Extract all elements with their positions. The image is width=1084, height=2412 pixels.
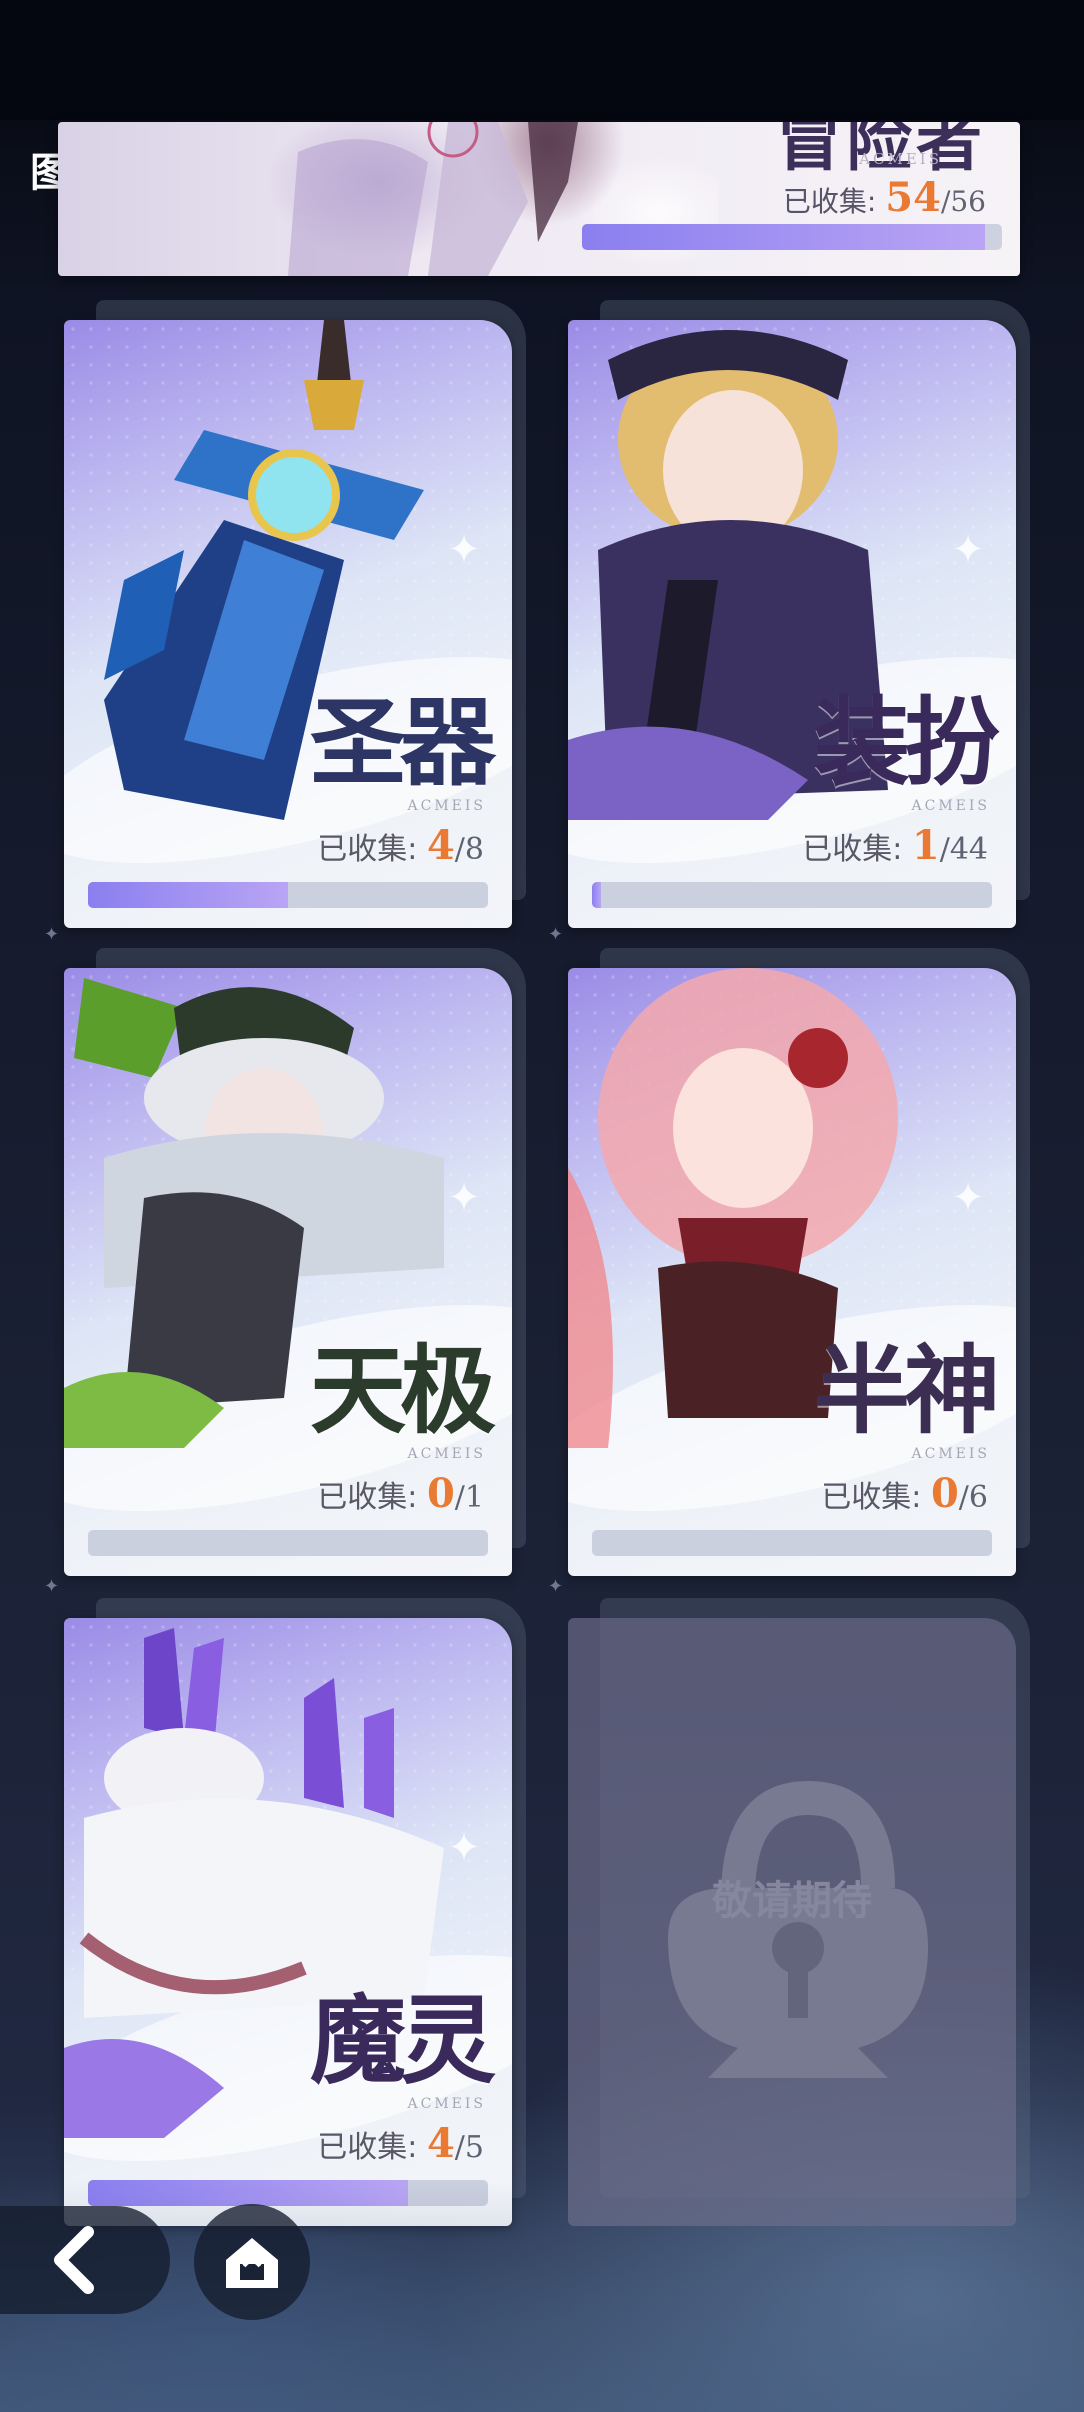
card-progress-bar [88, 1530, 488, 1556]
sparkle-icon: ✦ [447, 527, 481, 573]
collected-label: 已收集: [317, 832, 418, 867]
card-progress-bar [88, 882, 488, 908]
card-costume[interactable]: ✦ 装扮 ACMEIS 已收集: 1/44 [568, 320, 1016, 928]
collected-value: 4 [426, 2120, 455, 2167]
card-subtitle: ACMEIS [407, 2096, 486, 2112]
collected-value: 4 [426, 822, 455, 869]
collected-total: /56 [940, 185, 986, 218]
progress-fill [592, 882, 602, 908]
locked-card: 敬请期待 [568, 1618, 1016, 2226]
card-collected-count: 已收集: 4/8 [317, 822, 484, 869]
card-name: 天极 [310, 1334, 496, 1447]
card-name: 圣器 [310, 686, 496, 799]
banner-card-adventurer[interactable]: 冒险者 ACMEIS 已收集: 54/56 [58, 122, 1020, 276]
card-progress-bar [592, 1530, 992, 1556]
sparkle-icon: ✦ [44, 1576, 60, 1597]
back-button[interactable] [0, 2206, 170, 2314]
banner-character-art [198, 122, 718, 276]
card-demigod[interactable]: ✦ 半神 ACMEIS 已收集: 0/6 [568, 968, 1016, 1576]
progress-fill [582, 224, 986, 250]
chevron-left-icon [54, 2226, 94, 2294]
coming-soon-label: 敬请期待 [712, 1878, 872, 1924]
card-name: 半神 [814, 1334, 1000, 1447]
card-subtitle: ACMEIS [407, 798, 486, 814]
sparkle-icon: ✦ [951, 1175, 985, 1221]
lock-icon [668, 1780, 928, 2078]
collected-label: 已收集: [821, 1480, 922, 1515]
collected-value: 0 [426, 1470, 455, 1517]
home-button[interactable] [194, 2204, 310, 2320]
sparkle-icon: ✦ [548, 924, 564, 945]
card-name: 装扮 [814, 686, 1000, 799]
collected-label: 已收集: [317, 1480, 418, 1515]
card-subtitle: ACMEIS [911, 1446, 990, 1462]
status-bar [0, 0, 1084, 120]
collected-value: 54 [885, 174, 941, 221]
card-name: 魔灵 [310, 1984, 496, 2097]
collected-total: /44 [939, 832, 988, 867]
collected-label: 已收集: [802, 832, 903, 867]
card-collected-count: 已收集: 1/44 [802, 822, 988, 869]
banner-progress-bar [582, 224, 1002, 250]
sparkle-icon: ✦ [951, 527, 985, 573]
collected-value: 0 [930, 1470, 959, 1517]
sparkle-icon: ✦ [44, 924, 60, 945]
card-progress-bar [592, 882, 992, 908]
collected-total: /5 [454, 2130, 484, 2165]
card-holy-artifact[interactable]: ✦ 圣器 ACMEIS 已收集: 4/8 [64, 320, 512, 928]
card-collected-count: 已收集: 0/6 [821, 1470, 988, 1517]
collected-value: 1 [911, 822, 940, 869]
collected-total: /6 [958, 1480, 988, 1515]
collected-total: /1 [454, 1480, 484, 1515]
progress-fill [88, 882, 288, 908]
sparkle-icon: ✦ [548, 1576, 564, 1597]
sparkle-icon: ✦ [447, 1825, 481, 1871]
collected-label: 已收集: [782, 185, 877, 218]
banner-subtitle: ACMEIS [859, 150, 942, 168]
card-subtitle: ACMEIS [911, 798, 990, 814]
banner-collected-count: 已收集: 54/56 [783, 174, 986, 221]
home-icon [226, 2238, 278, 2288]
card-celestial[interactable]: ✦ 天极 ACMEIS 已收集: 0/1 [64, 968, 512, 1576]
card-collected-count: 已收集: 0/1 [317, 1470, 484, 1517]
collected-total: /8 [454, 832, 484, 867]
card-spirit[interactable]: ✦ 魔灵 ACMEIS 已收集: 4/5 [64, 1618, 512, 2226]
card-subtitle: ACMEIS [407, 1446, 486, 1462]
sparkle-icon: ✦ [447, 1175, 481, 1221]
collected-label: 已收集: [317, 2130, 418, 2165]
card-collected-count: 已收集: 4/5 [317, 2120, 484, 2167]
